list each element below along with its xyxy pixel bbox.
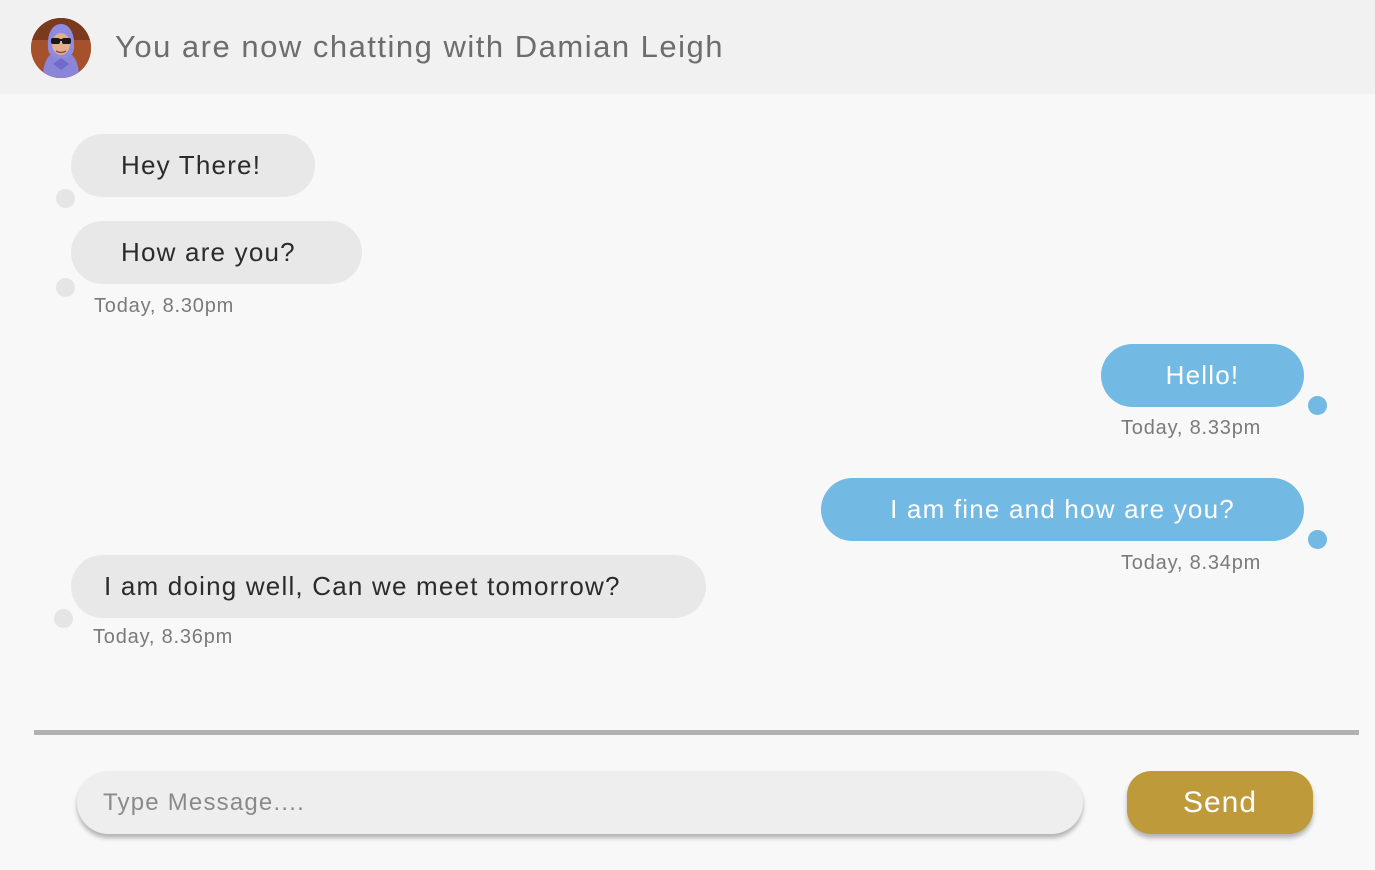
- message-bubble-outgoing: Hello!: [1101, 344, 1304, 407]
- chat-title: You are now chatting with Damian Leigh: [115, 29, 725, 64]
- send-button[interactable]: Send: [1127, 771, 1313, 834]
- bubble-tail-dot: [54, 609, 73, 628]
- message-timestamp: Today, 8.36pm: [93, 626, 234, 648]
- message-timestamp: Today, 8.30pm: [94, 295, 235, 317]
- chat-window: You are now chatting with Damian Leigh H…: [0, 0, 1375, 870]
- bubble-tail-dot: [56, 278, 75, 297]
- message-bubble-incoming: How are you?: [71, 221, 362, 284]
- message-bubble-incoming: I am doing well, Can we meet tomorrow?: [71, 555, 706, 618]
- chat-header: You are now chatting with Damian Leigh: [0, 0, 1375, 94]
- message-text: Hey There!: [121, 150, 262, 180]
- message-bubble-outgoing: I am fine and how are you?: [821, 478, 1304, 541]
- message-input[interactable]: [77, 771, 1083, 834]
- bubble-tail-dot: [1308, 396, 1327, 415]
- user-avatar-icon: [31, 18, 91, 78]
- composer-divider: [34, 730, 1359, 735]
- bubble-tail-dot: [1308, 530, 1327, 549]
- message-text: Hello!: [1165, 360, 1240, 390]
- message-bubble-incoming: Hey There!: [71, 134, 315, 197]
- message-text: How are you?: [121, 237, 296, 267]
- message-timestamp: Today, 8.33pm: [1121, 417, 1262, 439]
- bubble-tail-dot: [56, 189, 75, 208]
- message-text: I am fine and how are you?: [890, 494, 1235, 524]
- message-text: I am doing well, Can we meet tomorrow?: [104, 571, 621, 601]
- message-timestamp: Today, 8.34pm: [1121, 552, 1262, 574]
- avatar[interactable]: [31, 18, 91, 78]
